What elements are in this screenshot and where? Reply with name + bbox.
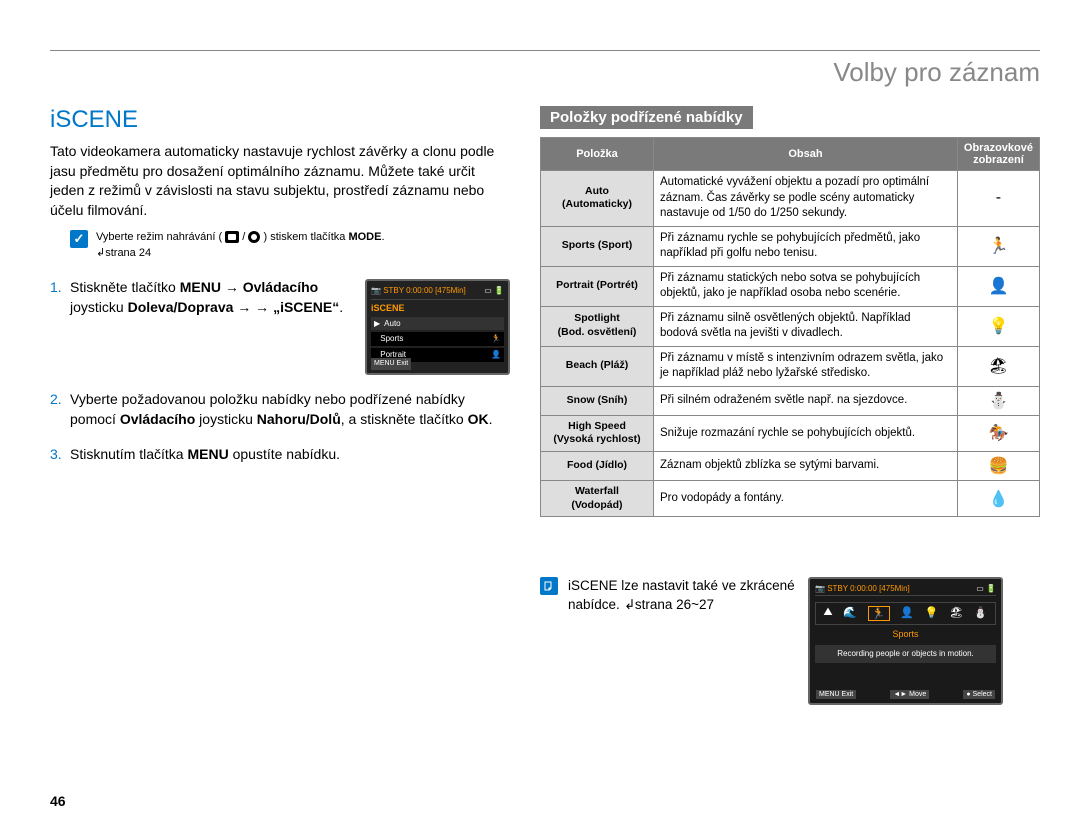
row-desc: Při záznamu silně osvětlených objektů. N… xyxy=(654,306,958,346)
th-icon: Obrazovkové zobrazení xyxy=(957,138,1039,171)
row-item: Spotlight(Bod. osvětlení) xyxy=(541,306,654,346)
step-2: Vyberte požadovanou položku nabídky nebo… xyxy=(50,389,510,430)
note-icon xyxy=(540,577,558,595)
table-row: Food (Jídlo)Záznam objektů zblízka se sy… xyxy=(541,451,1040,480)
step-1: 📷 STBY 0:00:00 [475Min] ▭ 🔋 iSCENE ▶Auto… xyxy=(50,277,510,375)
table-row: Waterfall(Vodopád)Pro vodopády a fontány… xyxy=(541,480,1040,516)
row-icon: 🏃 xyxy=(957,226,1039,266)
row-item: Beach (Pláž) xyxy=(541,346,654,386)
row-desc: Při záznamu rychle se pohybujících předm… xyxy=(654,226,958,266)
row-desc: Automatické vyvážení objektu a pozadí pr… xyxy=(654,171,958,227)
video-mode-icon xyxy=(225,231,239,243)
precheck-note: ✓ Vyberte režim nahrávání ( / ) stiskem … xyxy=(70,230,510,261)
row-desc: Při silném odraženém světle např. na sje… xyxy=(654,386,958,415)
row-item: Sports (Sport) xyxy=(541,226,654,266)
row-icon: ⛄ xyxy=(957,386,1039,415)
row-icon: 👤 xyxy=(957,266,1039,306)
row-icon: - xyxy=(957,171,1039,227)
table-row: High Speed(Vysoká rychlost)Snižuje rozma… xyxy=(541,415,1040,451)
table-row: Sports (Sport)Při záznamu rychle se pohy… xyxy=(541,226,1040,266)
row-icon: 🏖 xyxy=(957,346,1039,386)
row-item: Portrait (Portrét) xyxy=(541,266,654,306)
row-item: Snow (Sníh) xyxy=(541,386,654,415)
table-row: Portrait (Portrét)Při záznamu statických… xyxy=(541,266,1040,306)
tip-text: iSCENE lze nastavit také ve zkrácené nab… xyxy=(568,577,798,615)
row-item: High Speed(Vysoká rychlost) xyxy=(541,415,654,451)
steps-list: 📷 STBY 0:00:00 [475Min] ▭ 🔋 iSCENE ▶Auto… xyxy=(50,277,510,464)
row-icon: 🏇 xyxy=(957,415,1039,451)
submenu-heading: Položky podřízené nabídky xyxy=(540,106,753,129)
row-icon: 🍔 xyxy=(957,451,1039,480)
submenu-table: Položka Obsah Obrazovkové zobrazení Auto… xyxy=(540,137,1040,517)
table-row: Spotlight(Bod. osvětlení)Při záznamu sil… xyxy=(541,306,1040,346)
row-desc: Při záznamu statických nebo sotva se poh… xyxy=(654,266,958,306)
table-row: Beach (Pláž)Při záznamu v místě s intenz… xyxy=(541,346,1040,386)
row-icon: 💧 xyxy=(957,480,1039,516)
page-title: Volby pro záznam xyxy=(50,57,1040,88)
photo-mode-icon xyxy=(248,231,260,243)
page-number: 46 xyxy=(50,793,66,809)
row-item: Food (Jídlo) xyxy=(541,451,654,480)
section-title: iSCENE xyxy=(50,106,510,134)
table-row: Snow (Sníh)Při silném odraženém světle n… xyxy=(541,386,1040,415)
check-icon: ✓ xyxy=(70,230,88,248)
row-desc: Pro vodopády a fontány. xyxy=(654,480,958,516)
th-item: Položka xyxy=(541,138,654,171)
row-item: Waterfall(Vodopád) xyxy=(541,480,654,516)
row-desc: Při záznamu v místě s intenzivním odraze… xyxy=(654,346,958,386)
row-icon: 💡 xyxy=(957,306,1039,346)
table-row: Auto(Automaticky)Automatické vyvážení ob… xyxy=(541,171,1040,227)
step-3: Stisknutím tlačítka MENU opustíte nabídk… xyxy=(50,444,510,464)
lcd-preview-1: 📷 STBY 0:00:00 [475Min] ▭ 🔋 iSCENE ▶Auto… xyxy=(365,279,510,375)
intro-text: Tato videokamera automaticky nastavuje r… xyxy=(50,142,510,220)
row-desc: Snižuje rozmazání rychle se pohybujících… xyxy=(654,415,958,451)
row-desc: Záznam objektů zblízka se sytými barvami… xyxy=(654,451,958,480)
row-item: Auto(Automaticky) xyxy=(541,171,654,227)
lcd-preview-2: 📷 STBY 0:00:00 [475Min] ▭ 🔋 ⛰🌊🏃👤💡🏖⛄ Spor… xyxy=(808,577,1003,705)
th-desc: Obsah xyxy=(654,138,958,171)
